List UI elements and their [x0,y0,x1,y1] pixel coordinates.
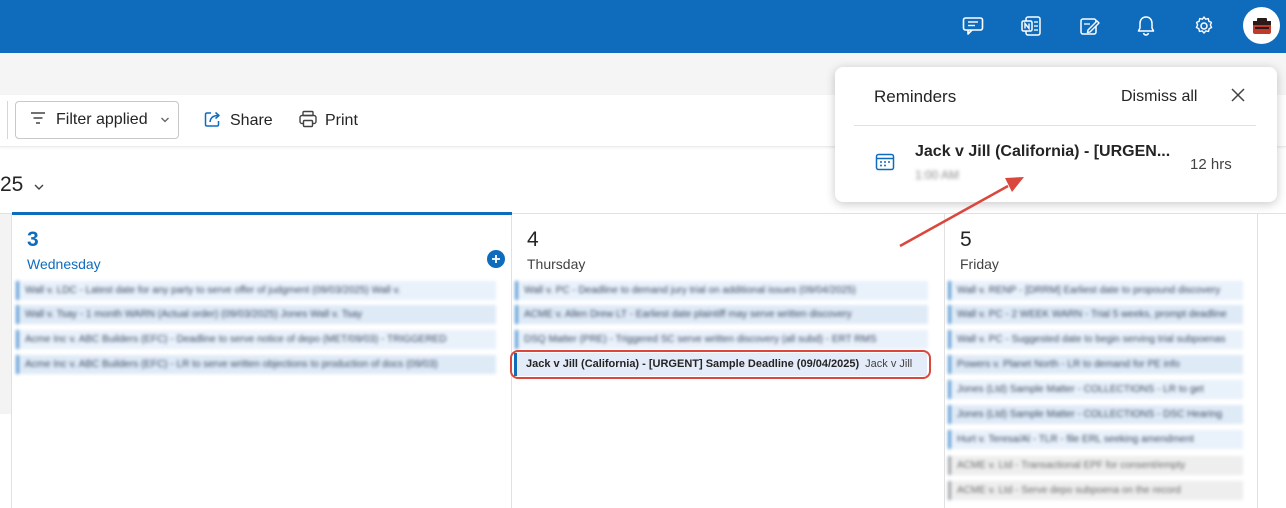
reminder-due: 12 hrs [1190,156,1232,173]
calendar-event[interactable]: Acme Inc v. ABC Builders (EFC) - Deadlin… [16,330,496,349]
calendar-event[interactable]: Jones (Ltd) Sample Matter - COLLECTIONS … [948,380,1243,399]
grid-divider [944,213,945,508]
filter-button[interactable]: Filter applied [15,101,179,139]
chevron-down-icon [33,174,45,198]
calendar-event[interactable]: Wall v. RENP - [DRRM] Earliest date to p… [948,281,1243,300]
reminder-event-title[interactable]: Jack v Jill (California) - [URGEN... [915,143,1170,161]
calendar-event[interactable]: ACME v. Ltd - Serve depo subpoena on the… [948,481,1243,500]
calendar-event[interactable]: Acme Inc v. ABC Builders (EFC) - LR to s… [16,355,496,374]
calendar-event[interactable]: Hurt v. Teresa/Al - TLR - file ERL seeki… [948,430,1243,449]
calendar-event[interactable]: Jones (Ltd) Sample Matter - COLLECTIONS … [948,405,1243,424]
chevron-down-icon [160,113,170,132]
highlight-ring [510,350,931,379]
today-indicator [12,212,512,215]
tasks-icon[interactable] [1074,11,1104,41]
grid-divider [1257,213,1258,508]
print-button[interactable]: Print [298,108,358,134]
bell-icon[interactable] [1131,11,1161,41]
printer-icon [298,109,318,134]
reminders-title: Reminders [874,87,957,106]
reminder-event-time: 1:00 AM [915,168,960,182]
print-label: Print [325,112,358,129]
share-button[interactable]: Share [203,108,273,134]
close-icon[interactable] [1229,86,1247,104]
day-number: 5 [960,228,972,251]
share-icon [203,109,223,134]
calendar-event[interactable]: Powers v. Planet North - LR to demand fo… [948,355,1243,374]
calendar-event[interactable]: Wall v. PC - Deadline to demand jury tri… [515,281,928,300]
day-number: 4 [527,228,539,251]
calendar-event[interactable]: DSQ Matter (PRE) - Triggered SC serve wr… [515,330,928,349]
dismiss-all-button[interactable]: Dismiss all [1121,88,1197,106]
plus-icon [492,255,500,263]
calendar-event[interactable]: Wall v. Tsay - 1 month WARN (Actual orde… [16,305,496,324]
day-name: Friday [960,256,999,272]
feedback-icon[interactable] [958,11,988,41]
gear-icon[interactable] [1189,11,1219,41]
onenote-icon[interactable] [1016,11,1046,41]
divider [854,125,1256,126]
calendar-event[interactable]: ACME v. Allen Drew LT - Earliest date pl… [515,305,928,324]
calendar-event[interactable]: Wall v. PC - Suggested date to begin ser… [948,330,1243,349]
grid-divider [11,213,12,508]
month-year-label: 25 [0,173,24,196]
calendar-event[interactable]: ACME v. Ltd - Transactional EPF for cons… [948,456,1243,475]
share-label: Share [230,112,273,129]
date-picker-button[interactable]: 25 [0,160,45,210]
day-name: Thursday [527,256,586,272]
reminders-panel: Reminders Dismiss all Jack v Jill (Calif… [835,67,1277,202]
calendar-event[interactable]: Wall v. PC - 2 WEEK WARN - Trial 5 weeks… [948,305,1243,324]
day-number: 3 [27,228,39,251]
day-name: Wednesday [27,256,101,272]
avatar[interactable] [1243,7,1280,44]
toolbar-divider [7,101,8,139]
calendar-icon [874,151,896,173]
calendar-event[interactable]: Wall v. LDC - Latest date for any party … [16,281,496,300]
filter-label: Filter applied [56,111,148,128]
add-event-button[interactable] [487,250,505,268]
app-header [0,0,1286,53]
filter-icon [30,111,46,130]
